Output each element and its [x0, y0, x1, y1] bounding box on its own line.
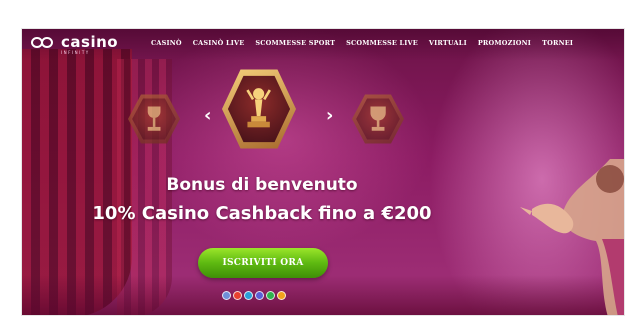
- top-navigation: casino INFINITY CASINÒ CASINÒ LIVE SCOMM…: [22, 29, 624, 61]
- payment-method-icon: [255, 291, 264, 300]
- casino-logo[interactable]: casino INFINITY: [30, 35, 118, 55]
- carousel-next-arrow[interactable]: ›: [326, 107, 333, 125]
- nav-item-scommesse-live[interactable]: SCOMMESSE LIVE: [346, 39, 418, 47]
- golden-trophy-icon: [246, 88, 272, 128]
- logo-subtext: INFINITY: [61, 50, 90, 55]
- payment-method-icon: [244, 291, 253, 300]
- bonus-headline: Bonus di benvenuto: [166, 175, 358, 195]
- nav-item-promozioni[interactable]: PROMOZIONI: [478, 39, 531, 47]
- infinity-logo-icon: [30, 35, 58, 51]
- payment-method-icon: [266, 291, 275, 300]
- nav-item-casino[interactable]: CASINÒ: [151, 39, 182, 47]
- nav-item-casino-live[interactable]: CASINÒ LIVE: [193, 39, 245, 47]
- cup-trophy-icon: [370, 106, 386, 131]
- nav-item-tornei[interactable]: TORNEI: [542, 39, 573, 47]
- nav-item-virtuali[interactable]: VIRTUALI: [429, 39, 467, 47]
- trophy-slide-left[interactable]: [128, 94, 180, 144]
- nav-item-scommesse-sport[interactable]: SCOMMESSE SPORT: [255, 39, 335, 47]
- trophy-slide-right[interactable]: [352, 94, 404, 144]
- hostess-illustration: [520, 159, 624, 315]
- trophy-carousel: ‹ ›: [22, 67, 624, 167]
- register-now-button[interactable]: ISCRIVITI ORA: [198, 248, 328, 278]
- payment-method-icon: [277, 291, 286, 300]
- payment-method-icon: [233, 291, 242, 300]
- payment-method-icon: [222, 291, 231, 300]
- cashback-headline: 10% Casino Cashback fino a €200: [92, 203, 432, 224]
- trophy-icon: [147, 106, 161, 131]
- trophy-slide-active[interactable]: [222, 69, 296, 149]
- main-menu: CASINÒ CASINÒ LIVE SCOMMESSE SPORT SCOMM…: [151, 39, 584, 47]
- logo-text: casino: [61, 33, 119, 51]
- carousel-prev-arrow[interactable]: ‹: [204, 107, 211, 125]
- hero-banner: casino INFINITY CASINÒ CASINÒ LIVE SCOMM…: [21, 28, 625, 316]
- payment-methods: [222, 291, 286, 300]
